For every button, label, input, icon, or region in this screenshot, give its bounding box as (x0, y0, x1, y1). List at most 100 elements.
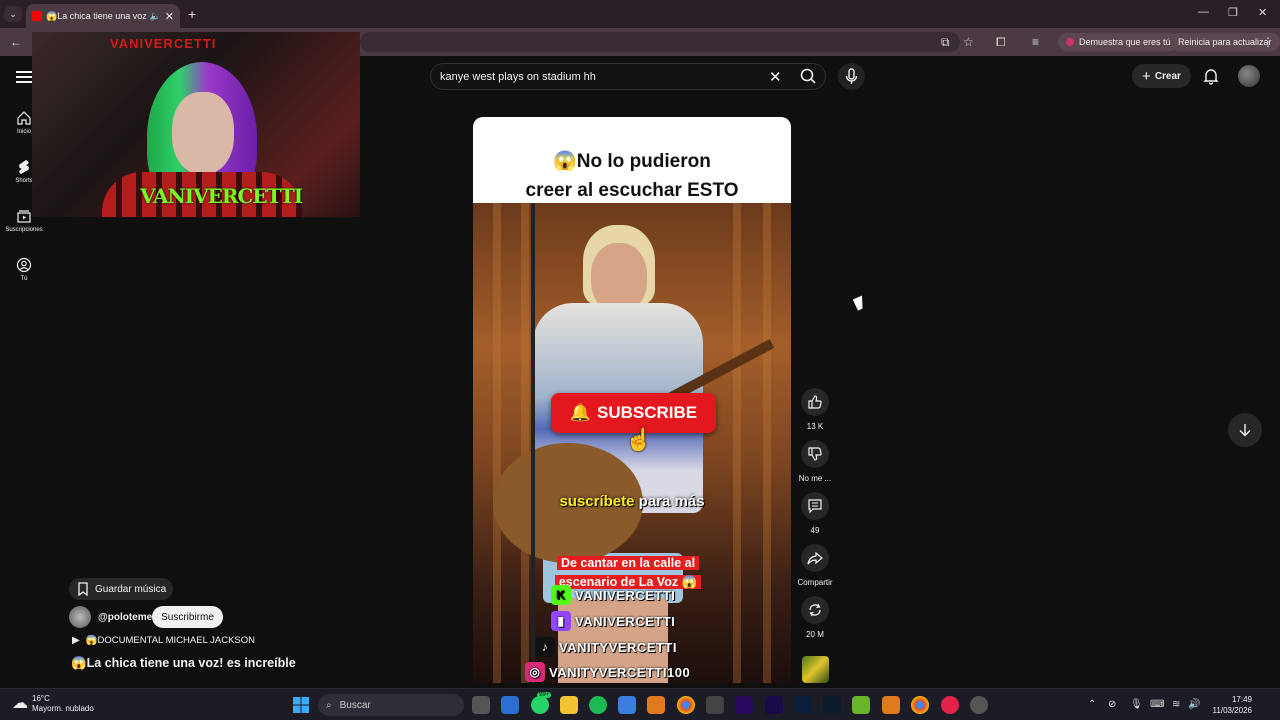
start-button[interactable] (292, 696, 310, 714)
hamburger-menu-icon[interactable] (16, 68, 32, 84)
video-caption: suscríbete para más (473, 493, 791, 510)
remix-button[interactable]: 20 M (797, 596, 833, 639)
wifi-icon[interactable]: ≋ (1172, 699, 1180, 710)
close-window-icon[interactable]: ✕ (1258, 6, 1267, 19)
network-off-icon[interactable]: ⊘ (1108, 699, 1116, 710)
install-app-icon[interactable]: ⧉ (941, 35, 950, 50)
subscriptions-icon (17, 210, 31, 223)
notes-icon[interactable] (618, 696, 636, 714)
menu-kebab-icon[interactable]: ⋮ (1262, 35, 1274, 49)
bookmark-star-icon[interactable]: ☆ (963, 35, 974, 49)
voice-search-button[interactable] (838, 63, 865, 90)
social-handle: VANITYVERCETTI100 (549, 664, 691, 680)
tiktok-icon: ♪ (535, 637, 555, 657)
search-button[interactable] (792, 63, 826, 90)
file-explorer-icon[interactable] (560, 696, 578, 714)
share-button[interactable]: Compartir (797, 544, 833, 587)
video-header-text: 😱No lo pudieron creer al escuchar ESTO (473, 117, 791, 203)
remix-count: 20 M (806, 630, 824, 639)
chrome-active-icon[interactable] (911, 696, 929, 714)
channel-avatar[interactable] (69, 606, 91, 628)
shorts-video-player[interactable]: 😱No lo pudieron creer al escuchar ESTO 🔔… (473, 117, 791, 683)
plus-icon: + (1142, 67, 1151, 85)
back-icon[interactable]: ← (10, 35, 22, 49)
streamer-face (172, 92, 234, 174)
windows-logo-icon (293, 697, 309, 713)
search-input[interactable]: kanye west plays on stadium hh ✕ (430, 63, 826, 90)
app-icon[interactable] (706, 696, 724, 714)
speaker-icon[interactable]: 🔈 (150, 11, 161, 22)
youtube-favicon-icon (32, 11, 42, 21)
like-button[interactable]: 13 K (797, 388, 833, 431)
volume-icon[interactable]: 🔊 (1188, 699, 1200, 710)
taskbar-search-placeholder: Buscar (339, 699, 371, 711)
save-music-button[interactable]: Guardar música (69, 578, 173, 600)
restore-icon[interactable]: ❐ (1228, 6, 1238, 19)
whatsapp-icon[interactable] (531, 696, 549, 714)
search-icon: ⌕ (326, 699, 332, 711)
sidebar-label: Tú (20, 276, 28, 282)
after-effects-icon[interactable] (765, 696, 783, 714)
clock[interactable]: 17:49 11/03/2026 (1208, 694, 1252, 716)
thumbs-up-icon (808, 395, 822, 409)
minimize-icon[interactable]: — (1198, 6, 1209, 18)
browser-tab[interactable]: 😱La chica tiene una voz! e 🔈 ✕ (26, 4, 180, 28)
search-icon (800, 68, 816, 84)
comments-button[interactable]: 49 (797, 492, 833, 535)
webcam-overlay: VANIVERCETTI VANIVERCETTI (32, 32, 360, 217)
close-tab-icon[interactable]: ✕ (165, 10, 174, 23)
playlist-link[interactable]: ▶ 😱DOCUMENTAL MICHAEL JACKSON (72, 635, 255, 646)
remix-icon (809, 603, 821, 617)
kick-icon: K (551, 585, 571, 605)
video-header-line1: 😱No lo pudieron (553, 151, 711, 172)
share-label: Compartir (797, 578, 833, 587)
verify-identity-pill[interactable]: Demuestra que eres tú (1058, 33, 1179, 51)
taskbar-search[interactable]: ⌕ Buscar (318, 694, 464, 716)
clock-time: 17:49 (1231, 695, 1252, 704)
notification-badge: 99+ (537, 692, 552, 698)
chevron-up-icon[interactable]: ⌃ (1088, 699, 1096, 710)
obs-icon[interactable] (941, 696, 959, 714)
app-green-icon[interactable] (852, 696, 870, 714)
new-tab-button[interactable]: + (188, 6, 196, 22)
store-icon[interactable] (501, 696, 519, 714)
weather-widget[interactable]: ☁ 16°C Mayorm. nublado (12, 694, 94, 714)
subscribe-label: Suscribirme (161, 611, 214, 623)
clear-search-icon[interactable]: ✕ (769, 68, 782, 86)
chrome-icon[interactable] (677, 696, 695, 714)
notifications-button[interactable] (1201, 66, 1221, 86)
tab-search-button[interactable]: ⌄ (4, 6, 22, 22)
social-handle: VANIVERCETTI (575, 613, 676, 629)
sidebar-label: Inicio (16, 129, 31, 135)
sidebar-item-you[interactable]: Tú (0, 257, 48, 282)
lightroom-icon[interactable] (823, 696, 841, 714)
photoshop-icon[interactable] (794, 696, 812, 714)
task-view-icon[interactable] (472, 696, 490, 714)
create-button[interactable]: + Crear (1132, 64, 1191, 88)
keyboard-icon[interactable]: ⌨ (1150, 699, 1164, 710)
dislike-label: No me ... (798, 474, 832, 483)
microphone-icon[interactable]: 🎙 (1130, 699, 1143, 710)
thumbs-down-icon (808, 447, 822, 461)
fl-studio-icon[interactable] (882, 696, 900, 714)
premiere-icon[interactable] (735, 696, 753, 714)
spotify-icon[interactable] (589, 696, 607, 714)
app-icon[interactable] (970, 696, 988, 714)
account-avatar[interactable] (1238, 65, 1260, 87)
notice-dot-icon (1066, 38, 1074, 46)
media-controls-icon[interactable]: ≡ (1032, 35, 1039, 49)
address-bar[interactable] (360, 32, 960, 52)
temperature: 16°C (32, 694, 50, 703)
next-video-button[interactable] (1228, 413, 1262, 447)
sound-thumbnail[interactable] (802, 656, 829, 683)
you-icon (16, 257, 32, 273)
webcam-logo-bottom: VANIVERCETTI (140, 184, 303, 208)
video-title: 😱La chica tiene una voz! es increíble (71, 656, 296, 670)
fl-studio-icon[interactable] (647, 696, 665, 714)
play-icon: ▶ (72, 635, 80, 646)
social-tiktok: ♪ VANITYVERCETTI (535, 635, 791, 659)
dislike-button[interactable]: No me ... (797, 440, 833, 483)
channel-name[interactable]: @poloteme (98, 612, 152, 623)
extensions-icon[interactable]: ⧠ (996, 35, 1006, 50)
subscribe-button[interactable]: Suscribirme (152, 606, 223, 628)
